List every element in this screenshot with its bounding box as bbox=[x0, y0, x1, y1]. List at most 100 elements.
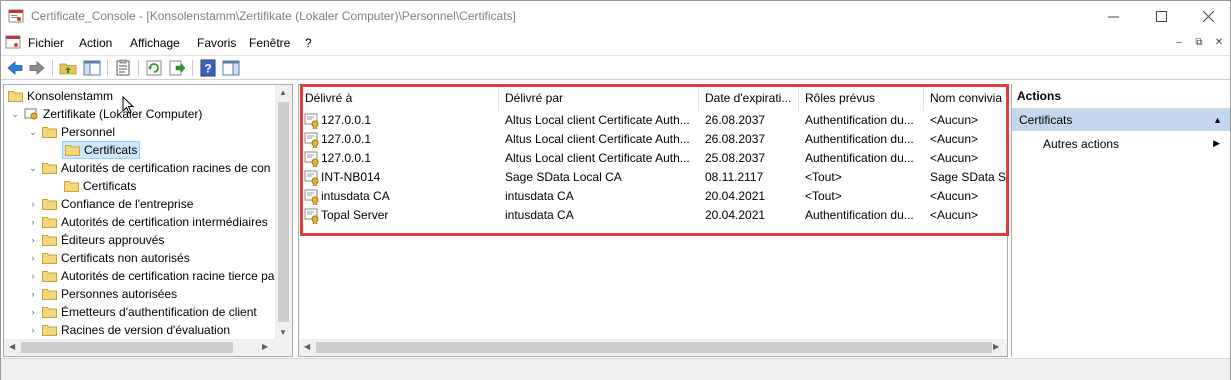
chevron-down-icon[interactable]: ⌄ bbox=[28, 127, 38, 137]
chevron-right-icon[interactable]: › bbox=[28, 271, 38, 281]
status-bar bbox=[1, 358, 1230, 380]
cell-issued-by: Altus Local client Certificate Auth... bbox=[505, 132, 690, 146]
minimize-button[interactable] bbox=[1090, 1, 1136, 32]
cell-issued-by: Altus Local client Certificate Auth... bbox=[505, 151, 690, 165]
tree-item-root-ca[interactable]: ⌄ Autorités de certification racines de … bbox=[28, 159, 270, 177]
scroll-right-icon[interactable]: ▶ bbox=[993, 342, 999, 351]
tree-horizontal-scrollbar[interactable]: ◀ ▶ bbox=[4, 339, 292, 356]
help-icon[interactable]: ? bbox=[199, 59, 217, 77]
certificate-icon bbox=[304, 151, 319, 167]
tree-item-root[interactable]: Konsolenstamm bbox=[8, 87, 113, 105]
window-title: Certificate_Console - [Konsolenstamm\Zer… bbox=[31, 9, 516, 23]
folder-open-icon bbox=[42, 163, 57, 174]
scroll-left-icon[interactable]: ◀ bbox=[304, 342, 310, 351]
cell-expiration: 26.08.2037 bbox=[705, 113, 766, 127]
document-window-icon[interactable] bbox=[5, 35, 21, 50]
properties-icon[interactable] bbox=[114, 59, 132, 77]
menu-action[interactable]: Action bbox=[79, 36, 112, 50]
tree-item-third-party-root[interactable]: › Autorités de certification racine tier… bbox=[28, 267, 275, 285]
menu-fenetre[interactable]: Fenêtre bbox=[249, 36, 290, 50]
certificate-store-icon bbox=[24, 108, 38, 120]
folder-icon bbox=[42, 271, 57, 282]
refresh-icon[interactable] bbox=[145, 59, 163, 77]
tree-vertical-scrollbar[interactable]: ▲ ▼ bbox=[275, 85, 292, 341]
submenu-arrow-icon[interactable]: ▶ bbox=[1213, 138, 1220, 149]
maximize-button[interactable] bbox=[1138, 1, 1184, 32]
up-folder-icon[interactable] bbox=[59, 59, 77, 77]
scroll-up-icon[interactable]: ▲ bbox=[279, 88, 287, 97]
table-row[interactable]: intusdata CA intusdata CA 20.04.2021 <Tout>… bbox=[299, 187, 1007, 206]
scroll-down-icon[interactable]: ▼ bbox=[279, 328, 287, 337]
column-header-expiration[interactable]: Date d'expirati... bbox=[699, 85, 799, 111]
column-header-intended-purposes[interactable]: Rôles prévus bbox=[799, 85, 924, 111]
column-header-friendly-name[interactable]: Nom convivia bbox=[924, 85, 1007, 111]
scroll-left-icon[interactable]: ◀ bbox=[9, 342, 15, 351]
export-list-icon[interactable] bbox=[168, 59, 186, 77]
mdi-restore-icon[interactable]: ⧉ bbox=[1191, 36, 1207, 50]
folder-icon bbox=[42, 289, 57, 300]
folder-icon bbox=[64, 181, 79, 192]
chevron-down-icon[interactable]: ⌄ bbox=[10, 109, 20, 119]
back-icon[interactable] bbox=[6, 59, 24, 77]
scroll-thumb[interactable] bbox=[316, 342, 992, 353]
chevron-right-icon[interactable]: › bbox=[28, 325, 38, 335]
cell-expiration: 08.11.2117 bbox=[705, 170, 764, 184]
cell-friendly-name: <Aucun> bbox=[930, 113, 979, 127]
mdi-minimize-icon[interactable]: – bbox=[1171, 36, 1187, 50]
column-header-issued-by[interactable]: Délivré par bbox=[499, 85, 699, 111]
menu-fichier[interactable]: Fichier bbox=[28, 36, 64, 50]
collapse-caret-icon[interactable]: ▲ bbox=[1213, 109, 1222, 131]
scroll-thumb[interactable] bbox=[278, 102, 289, 322]
cell-issued-to: INT-NB014 bbox=[321, 170, 381, 184]
table-row[interactable]: 127.0.0.1 Altus Local client Certificate … bbox=[299, 149, 1007, 168]
folder-icon bbox=[42, 325, 57, 336]
title-bar: Certificate_Console - [Konsolenstamm\Zer… bbox=[1, 1, 1230, 32]
chevron-right-icon[interactable]: › bbox=[28, 235, 38, 245]
chevron-right-icon[interactable]: › bbox=[28, 253, 38, 263]
tree-label-intermediate-ca: Autorités de certification intermédiaire… bbox=[61, 215, 268, 229]
more-actions-item[interactable]: Autres actions bbox=[1043, 135, 1119, 153]
show-hide-tree-icon[interactable] bbox=[83, 59, 101, 77]
tree-label-client-auth-issuers: Émetteurs d'authentification de client bbox=[61, 305, 257, 319]
column-header-issued-to[interactable]: Délivré à bbox=[299, 85, 499, 111]
list-horizontal-scrollbar[interactable]: ◀ ▶ bbox=[299, 339, 1007, 356]
tree-item-client-auth-issuers[interactable]: › Émetteurs d'authentification de client bbox=[28, 303, 257, 321]
chevron-down-icon[interactable]: ⌄ bbox=[28, 163, 38, 173]
tree-label-trusted-people: Personnes autorisées bbox=[61, 287, 178, 301]
table-row[interactable]: 127.0.0.1 Altus Local client Certificate … bbox=[299, 130, 1007, 149]
cell-intended-purposes: Authentification du... bbox=[805, 151, 914, 165]
show-hide-action-pane-icon[interactable] bbox=[222, 59, 240, 77]
chevron-right-icon[interactable]: › bbox=[28, 289, 38, 299]
table-row[interactable]: Topal Server intusdata CA 20.04.2021 Authen… bbox=[299, 206, 1007, 225]
chevron-right-icon[interactable]: › bbox=[28, 307, 38, 317]
tree-item-root-ca-certificats[interactable]: Certificats bbox=[64, 177, 136, 195]
tree-item-personnel[interactable]: ⌄ Personnel bbox=[28, 123, 115, 141]
tree-item-trusted-publishers[interactable]: › Éditeurs approuvés bbox=[28, 231, 165, 249]
close-button[interactable] bbox=[1185, 1, 1231, 32]
menu-help[interactable]: ? bbox=[305, 36, 312, 50]
tree-item-preview-build-roots[interactable]: › Racines de version d'évaluation bbox=[28, 321, 231, 339]
tree-item-store[interactable]: ⌄ Zertifikate (Lokaler Computer) bbox=[10, 105, 202, 123]
scroll-thumb[interactable] bbox=[21, 342, 233, 353]
tree-item-intermediate-ca[interactable]: › Autorités de certification intermédiai… bbox=[28, 213, 268, 231]
actions-section-certificats[interactable]: Certificats ▲ bbox=[1012, 109, 1230, 131]
chevron-right-icon[interactable]: › bbox=[28, 217, 38, 227]
folder-icon bbox=[42, 235, 57, 246]
menu-affichage[interactable]: Affichage bbox=[130, 36, 180, 50]
cell-issued-by: intusdata CA bbox=[505, 208, 574, 222]
tree-item-trusted-people[interactable]: › Personnes autorisées bbox=[28, 285, 178, 303]
table-row[interactable]: INT-NB014 Sage SData Local CA 08.11.2117 <T… bbox=[299, 168, 1007, 187]
tree-item-untrusted[interactable]: › Certificats non autorisés bbox=[28, 249, 190, 267]
menu-favoris[interactable]: Favoris bbox=[197, 36, 236, 50]
chevron-right-icon[interactable]: › bbox=[28, 199, 38, 209]
tree-label-third-party-root: Autorités de certification racine tierce… bbox=[61, 269, 275, 283]
tree-item-personnel-certificats[interactable]: Certificats bbox=[62, 141, 141, 159]
cell-expiration: 26.08.2037 bbox=[705, 132, 766, 146]
tree-label-enterprise-trust: Confiance de l'entreprise bbox=[61, 197, 194, 211]
tree-item-enterprise-trust[interactable]: › Confiance de l'entreprise bbox=[28, 195, 194, 213]
scroll-right-icon[interactable]: ▶ bbox=[262, 342, 268, 351]
mdi-close-icon[interactable]: ✕ bbox=[1211, 36, 1227, 50]
forward-icon[interactable] bbox=[28, 59, 46, 77]
table-row[interactable]: 127.0.0.1 Altus Local client Certificate … bbox=[299, 111, 1007, 130]
menu-bar: Fichier Action Affichage Favoris Fenêtre… bbox=[1, 32, 1230, 54]
